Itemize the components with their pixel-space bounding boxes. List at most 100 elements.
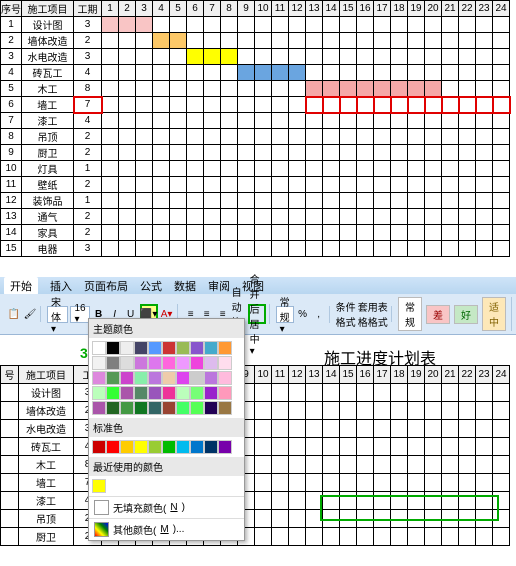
gantt-cell[interactable] — [153, 145, 170, 161]
gantt-cell[interactable] — [408, 402, 425, 420]
gantt-cell[interactable] — [357, 528, 374, 546]
gantt-cell[interactable] — [204, 209, 221, 225]
gantt-cell[interactable] — [391, 17, 408, 33]
gantt-cell[interactable] — [289, 81, 306, 97]
gantt-cell[interactable] — [408, 384, 425, 402]
gantt-cell[interactable] — [408, 193, 425, 209]
gantt-cell[interactable] — [289, 17, 306, 33]
gantt-cell[interactable] — [136, 65, 153, 81]
gantt-cell[interactable] — [391, 225, 408, 241]
gantt-cell[interactable] — [459, 528, 476, 546]
color-swatch[interactable] — [148, 386, 162, 400]
color-swatch[interactable] — [148, 341, 162, 355]
gantt-cell[interactable] — [255, 492, 272, 510]
gantt-cell[interactable] — [493, 438, 510, 456]
gantt-cell[interactable] — [391, 113, 408, 129]
gantt-cell[interactable] — [102, 225, 119, 241]
gantt-cell[interactable] — [476, 161, 493, 177]
gantt-cell[interactable] — [255, 438, 272, 456]
color-swatch[interactable] — [162, 341, 176, 355]
gantt-cell[interactable] — [476, 474, 493, 492]
gantt-cell[interactable] — [323, 81, 340, 97]
cell-task[interactable]: 电器 — [22, 241, 74, 257]
gantt-cell[interactable] — [289, 145, 306, 161]
gantt-cell[interactable] — [289, 510, 306, 528]
gantt-cell[interactable] — [442, 177, 459, 193]
gantt-cell[interactable] — [493, 65, 510, 81]
color-swatch[interactable] — [106, 401, 120, 415]
font-select[interactable]: 宋体 ▾ — [47, 306, 68, 323]
gantt-cell[interactable] — [374, 145, 391, 161]
gantt-cell[interactable] — [289, 456, 306, 474]
gantt-cell[interactable] — [306, 420, 323, 438]
ribbon-tab[interactable]: 插入 — [50, 278, 72, 294]
cell-index[interactable] — [1, 510, 19, 528]
gantt-cell[interactable] — [476, 209, 493, 225]
gantt-cell[interactable] — [340, 456, 357, 474]
gantt-cell[interactable] — [272, 161, 289, 177]
color-swatch[interactable] — [190, 341, 204, 355]
gantt-cell[interactable] — [238, 209, 255, 225]
gantt-cell[interactable] — [119, 113, 136, 129]
gantt-cell[interactable] — [119, 17, 136, 33]
gantt-cell[interactable] — [306, 177, 323, 193]
cell-task[interactable]: 水电改造 — [22, 49, 74, 65]
color-swatch[interactable] — [106, 386, 120, 400]
gantt-cell[interactable] — [340, 17, 357, 33]
gantt-cell[interactable] — [408, 113, 425, 129]
task-row[interactable]: 9厨卫2 — [1, 145, 510, 161]
gantt-cell[interactable] — [119, 129, 136, 145]
gantt-cell[interactable] — [391, 97, 408, 113]
style-normal[interactable]: 常规 — [398, 297, 422, 331]
gantt-cell[interactable] — [493, 145, 510, 161]
color-swatch[interactable] — [92, 440, 106, 454]
gantt-cell[interactable] — [255, 241, 272, 257]
cell-index[interactable] — [1, 474, 19, 492]
gantt-cell[interactable] — [425, 384, 442, 402]
gantt-cell[interactable] — [136, 113, 153, 129]
cell-index[interactable]: 4 — [1, 65, 22, 81]
cell-task[interactable]: 水电改造 — [19, 420, 74, 438]
gantt-cell[interactable] — [153, 33, 170, 49]
gantt-cell[interactable] — [102, 161, 119, 177]
gantt-cell[interactable] — [187, 33, 204, 49]
gantt-cell[interactable] — [136, 129, 153, 145]
gantt-cell[interactable] — [357, 81, 374, 97]
gantt-cell[interactable] — [238, 33, 255, 49]
gantt-cell[interactable] — [323, 420, 340, 438]
gantt-cell[interactable] — [391, 456, 408, 474]
gantt-cell[interactable] — [136, 193, 153, 209]
gantt-cell[interactable] — [425, 161, 442, 177]
gantt-cell[interactable] — [323, 528, 340, 546]
gantt-cell[interactable] — [272, 241, 289, 257]
gantt-cell[interactable] — [340, 81, 357, 97]
gantt-cell[interactable] — [238, 241, 255, 257]
gantt-cell[interactable] — [493, 177, 510, 193]
cell-task[interactable]: 砖瓦工 — [19, 438, 74, 456]
gantt-cell[interactable] — [425, 129, 442, 145]
gantt-cell[interactable] — [374, 528, 391, 546]
gantt-cell[interactable] — [357, 438, 374, 456]
gantt-cell[interactable] — [272, 492, 289, 510]
gantt-cell[interactable] — [306, 193, 323, 209]
cell-index[interactable] — [1, 528, 19, 546]
gantt-cell[interactable] — [425, 177, 442, 193]
gantt-cell[interactable] — [374, 456, 391, 474]
gantt-cell[interactable] — [289, 33, 306, 49]
gantt-cell[interactable] — [340, 177, 357, 193]
gantt-cell[interactable] — [374, 225, 391, 241]
task-row[interactable]: 3水电改造3 — [1, 49, 510, 65]
gantt-cell[interactable] — [306, 474, 323, 492]
color-swatch[interactable] — [148, 440, 162, 454]
gantt-cell[interactable] — [374, 33, 391, 49]
gantt-cell[interactable] — [425, 81, 442, 97]
gantt-cell[interactable] — [238, 225, 255, 241]
gantt-cell[interactable] — [119, 33, 136, 49]
gantt-cell[interactable] — [170, 49, 187, 65]
gantt-cell[interactable] — [187, 161, 204, 177]
gantt-cell[interactable] — [323, 193, 340, 209]
gantt-cell[interactable] — [289, 474, 306, 492]
gantt-cell[interactable] — [459, 81, 476, 97]
gantt-cell[interactable] — [459, 65, 476, 81]
gantt-cell[interactable] — [204, 145, 221, 161]
